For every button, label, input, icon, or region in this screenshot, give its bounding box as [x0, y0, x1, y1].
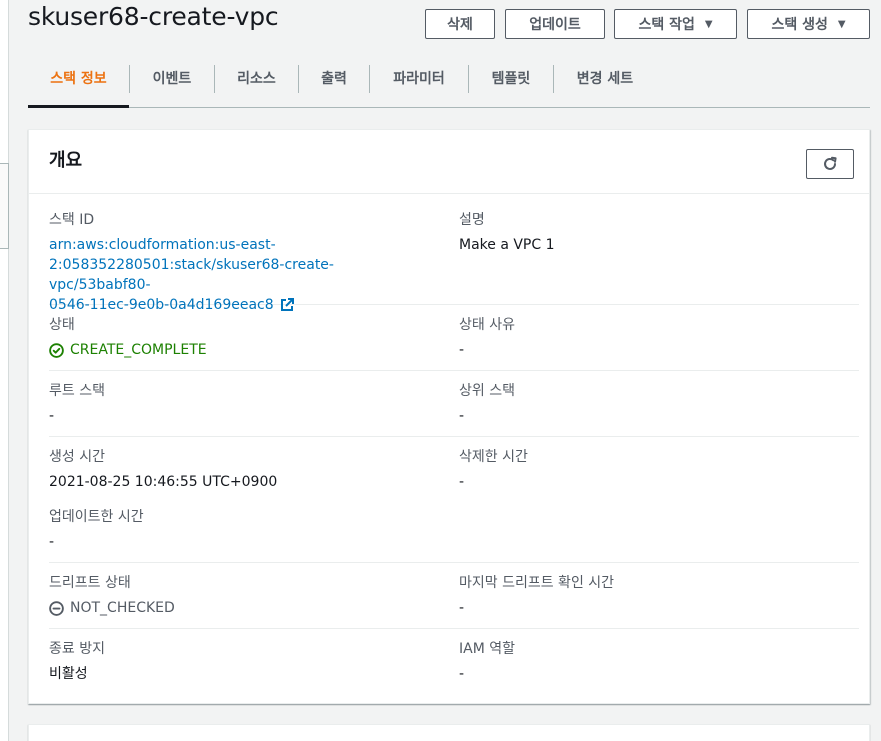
update-button-label: 업데이트 — [529, 17, 581, 33]
stack-id-line: arn:aws:cloudformation:us-east- — [49, 237, 276, 253]
termination-protection-label: 종료 방지 — [49, 641, 105, 657]
description-value: Make a VPC 1 — [459, 237, 555, 253]
tab-outputs[interactable]: 출력 — [299, 62, 369, 107]
overview-row-stacks: 루트 스택 - 상위 스택 - — [49, 381, 859, 437]
overview-row-protection: 종료 방지 비활성 IAM 역할 - — [49, 639, 859, 695]
stack-id-link[interactable]: arn:aws:cloudformation:us-east- 2:058352… — [49, 235, 429, 315]
overview-row-drift: 드리프트 상태 NOT_CHECKED 마지막 드리프트 확인 시간 - — [49, 573, 859, 629]
deleted-time-label: 삭제한 시간 — [459, 449, 528, 465]
stack-id-last: 0546-11ec-9e0b-0a4d169eeac8 — [49, 295, 429, 315]
refresh-button[interactable] — [806, 149, 854, 179]
create-stack-label: 스택 생성 — [771, 17, 828, 33]
page-title: skuser68-create-vpc — [28, 2, 279, 31]
delete-button[interactable]: 삭제 — [425, 9, 495, 39]
tab-change-sets[interactable]: 변경 세트 — [554, 62, 656, 107]
root-stack-value: - — [49, 408, 55, 424]
overview-header: 개요 — [29, 130, 869, 194]
stack-id-line: 0546-11ec-9e0b-0a4d169eeac8 — [49, 297, 274, 313]
tab-stack-info[interactable]: 스택 정보 — [28, 62, 129, 108]
drift-status-label: 드리프트 상태 — [49, 575, 131, 591]
last-drift-check-field: 마지막 드리프트 확인 시간 - — [459, 573, 859, 618]
stack-id-field: 스택 ID arn:aws:cloudformation:us-east- 2:… — [49, 210, 429, 315]
side-panel-stub[interactable] — [0, 163, 9, 249]
tab-parameters[interactable]: 파라미터 — [370, 62, 468, 107]
iam-role-label: IAM 역할 — [459, 641, 515, 657]
stack-actions-button[interactable]: 스택 작업 ▼ — [614, 9, 737, 39]
deleted-time-field: 삭제한 시간 - — [459, 447, 859, 492]
overview-row-times: 생성 시간 2021-08-25 10:46:55 UTC+0900 업데이트한… — [49, 447, 859, 563]
drift-status-value: NOT_CHECKED — [49, 598, 429, 618]
drift-status-text: NOT_CHECKED — [70, 600, 175, 616]
parent-stack-field: 상위 스택 - — [459, 381, 859, 426]
iam-role-value: - — [459, 666, 465, 682]
deleted-time-value: - — [459, 474, 465, 490]
root-stack-field: 루트 스택 - — [49, 381, 429, 426]
updated-time-value: - — [49, 534, 55, 550]
overview-panel: 개요 스택 ID arn:aws:cloudformation:us-east-… — [28, 129, 870, 704]
stack-id-label: 스택 ID — [49, 212, 95, 228]
created-time-label: 생성 시간 — [49, 449, 105, 465]
check-circle-icon — [49, 342, 64, 358]
last-drift-check-value: - — [459, 600, 465, 616]
overview-row-status: 상태 CREATE_COMPLETE 상태 사유 - — [49, 315, 859, 371]
overview-title: 개요 — [49, 150, 83, 171]
status-label: 상태 — [49, 317, 75, 333]
status-text: CREATE_COMPLETE — [70, 342, 207, 358]
stack-detail-page: skuser68-create-vpc 삭제 업데이트 스택 작업 ▼ 스택 생… — [0, 0, 881, 741]
termination-protection-field: 종료 방지 비활성 — [49, 639, 429, 684]
drift-status-field: 드리프트 상태 NOT_CHECKED — [49, 573, 429, 618]
create-stack-button[interactable]: 스택 생성 ▼ — [747, 9, 870, 39]
side-navigation-edge — [0, 0, 9, 741]
stack-tabs: 스택 정보 이벤트 리소스 출력 파라미터 템플릿 변경 세트 — [28, 62, 870, 108]
created-time-value: 2021-08-25 10:46:55 UTC+0900 — [49, 474, 278, 490]
stack-id-line: 2:058352280501:stack/skuser68-create-vpc… — [49, 257, 334, 293]
stack-actions-label: 스택 작업 — [638, 17, 695, 33]
parent-stack-value: - — [459, 408, 465, 424]
updated-time-label: 업데이트한 시간 — [49, 509, 144, 525]
root-stack-label: 루트 스택 — [49, 383, 105, 399]
status-reason-value: - — [459, 342, 465, 358]
caret-down-icon: ▼ — [704, 18, 713, 30]
termination-protection-value: 비활성 — [49, 666, 88, 682]
minus-circle-icon — [49, 600, 64, 616]
refresh-icon — [824, 156, 837, 170]
status-value: CREATE_COMPLETE — [49, 340, 429, 360]
caret-down-icon: ▼ — [837, 18, 846, 30]
status-reason-field: 상태 사유 - — [459, 315, 859, 360]
status-field: 상태 CREATE_COMPLETE — [49, 315, 429, 360]
tab-events[interactable]: 이벤트 — [130, 62, 214, 107]
last-drift-check-label: 마지막 드리프트 확인 시간 — [459, 575, 615, 591]
external-link-icon — [280, 298, 294, 311]
tab-template[interactable]: 템플릿 — [469, 62, 553, 107]
next-panel — [28, 724, 870, 741]
created-time-field: 생성 시간 2021-08-25 10:46:55 UTC+0900 업데이트한… — [49, 447, 429, 552]
delete-button-label: 삭제 — [447, 17, 473, 33]
status-reason-label: 상태 사유 — [459, 317, 515, 333]
parent-stack-label: 상위 스택 — [459, 383, 515, 399]
tab-resources[interactable]: 리소스 — [215, 62, 298, 107]
iam-role-field: IAM 역할 - — [459, 639, 859, 684]
update-button[interactable]: 업데이트 — [505, 9, 605, 39]
overview-row-id: 스택 ID arn:aws:cloudformation:us-east- 2:… — [49, 210, 859, 313]
description-label: 설명 — [459, 212, 485, 228]
description-field: 설명 Make a VPC 1 — [459, 210, 859, 255]
